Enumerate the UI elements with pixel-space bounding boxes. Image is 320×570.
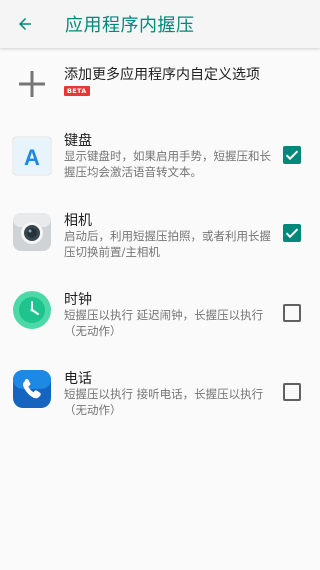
checkbox-keyboard[interactable] xyxy=(283,146,301,164)
check-icon xyxy=(285,228,299,239)
keyboard-app-icon: A xyxy=(12,136,52,176)
app-name: 相机 xyxy=(64,213,92,229)
svg-text:A: A xyxy=(24,145,40,170)
app-description: 短握压以执行 延迟闹钟，长握压以执行 （无动作） xyxy=(64,308,264,338)
checkbox-camera[interactable] xyxy=(283,224,301,242)
app-row-clock[interactable]: 时钟 短握压以执行 延迟闹钟，长握压以执行 （无动作） xyxy=(0,287,320,367)
app-name: 键盘 xyxy=(64,133,92,149)
checkbox-clock[interactable] xyxy=(283,304,301,322)
plus-icon xyxy=(19,71,45,97)
add-custom-option-row[interactable]: 添加更多应用程序内自定义选项 BETA xyxy=(0,56,320,110)
camera-app-icon xyxy=(13,213,51,251)
phone-app-icon xyxy=(13,370,51,408)
app-row-phone[interactable]: 电话 短握压以执行 接听电话，长握压以执行 （无动作） xyxy=(0,366,320,446)
app-description: 显示键盘时，如果启用手势，短握压和长握压均会激活语音转文本。 xyxy=(64,149,271,179)
app-name: 电话 xyxy=(64,371,92,387)
page-title: 应用程序内握压 xyxy=(65,15,195,36)
check-icon xyxy=(285,150,299,161)
add-custom-option-label: 添加更多应用程序内自定义选项 xyxy=(64,67,260,83)
app-description: 短握压以执行 接听电话，长握压以执行 （无动作） xyxy=(64,387,264,417)
beta-badge: BETA xyxy=(64,86,90,96)
app-row-camera[interactable]: 相机 启动后，利用短握压拍照，或者利用长握压切换前置/主相机 xyxy=(0,208,320,288)
app-description: 启动后，利用短握压拍照，或者利用长握压切换前置/主相机 xyxy=(64,229,271,259)
app-row-keyboard[interactable]: A 键盘 显示键盘时，如果启用手势，短握压和长握压均会激活语音转文本。 xyxy=(0,128,320,208)
back-button[interactable] xyxy=(1,0,49,48)
app-bar: 应用程序内握压 xyxy=(0,0,320,48)
app-name: 时钟 xyxy=(64,292,92,308)
clock-app-icon xyxy=(13,291,51,329)
arrow-back-icon xyxy=(19,18,31,30)
checkbox-phone[interactable] xyxy=(283,383,301,401)
